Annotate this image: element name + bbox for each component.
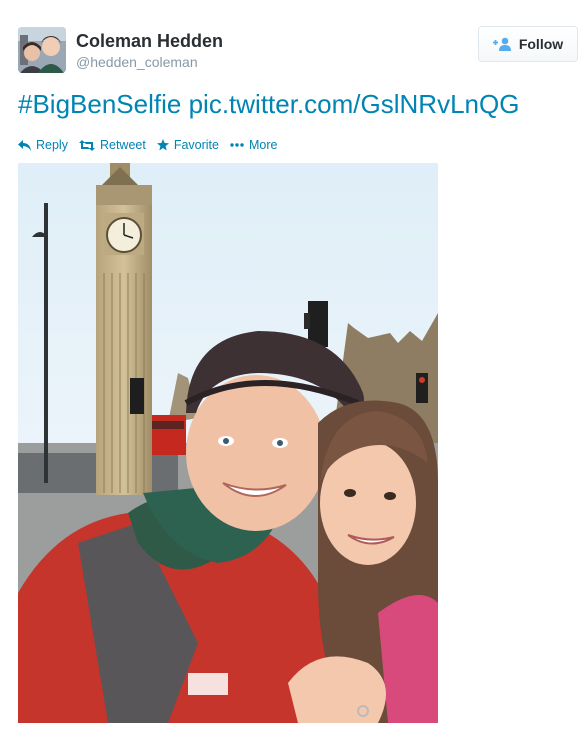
tweet-header: Coleman Hedden @hedden_coleman Follow — [18, 26, 578, 74]
avatar[interactable] — [18, 27, 66, 73]
tweet-text: #BigBenSelfie pic.twitter.com/GslNRvLnQG — [18, 88, 519, 120]
reply-action[interactable]: Reply — [18, 138, 68, 152]
big-ben-tower — [96, 163, 152, 495]
selfie-image — [18, 163, 438, 723]
follow-button-label: Follow — [518, 36, 564, 52]
user-username[interactable]: @hedden_coleman — [76, 53, 223, 71]
avatar-image — [18, 27, 66, 73]
user-fullname[interactable]: Coleman Hedden — [76, 30, 223, 52]
follow-button[interactable]: Follow — [478, 26, 578, 62]
hashtag-link[interactable]: #BigBenSelfie — [18, 89, 181, 119]
media-link[interactable]: pic.twitter.com/GslNRvLnQG — [189, 89, 520, 119]
tweet-actions: Reply Retweet Favorite More — [18, 137, 288, 153]
tweet-photo[interactable] — [18, 163, 438, 723]
tweet-card: Coleman Hedden @hedden_coleman Follow #B… — [0, 0, 584, 742]
retweet-icon — [78, 139, 95, 151]
reply-icon — [18, 139, 31, 151]
more-action[interactable]: More — [230, 138, 277, 152]
retweet-action[interactable]: Retweet — [78, 138, 146, 152]
add-user-icon — [492, 37, 511, 51]
favorite-label: Favorite — [173, 138, 219, 152]
reply-label: Reply — [36, 138, 68, 152]
favorite-action[interactable]: Favorite — [156, 138, 219, 152]
user-names: Coleman Hedden @hedden_coleman — [76, 30, 223, 71]
more-label: More — [248, 138, 278, 152]
retweet-label: Retweet — [99, 138, 146, 152]
more-dots-icon — [230, 143, 244, 147]
star-icon — [156, 139, 169, 151]
